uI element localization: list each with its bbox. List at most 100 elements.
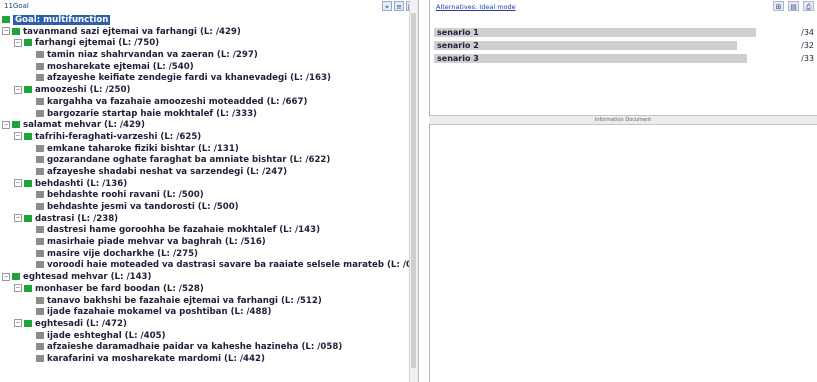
- leaf-node-icon: [36, 343, 44, 351]
- tree-node-label: voroodi haie moteaded va dastrasi savare…: [47, 260, 419, 271]
- tree-node-label: dastresi hame goroohha be fazahaie mokht…: [47, 225, 321, 236]
- tree-node-label: ijade eshteghal (L: /405): [47, 330, 166, 341]
- hierarchy-title: 11Goal: [4, 2, 29, 10]
- hierarchy-pane: 11Goal ⌖ ≡ ▦ Goal: multifunction−tavanma…: [0, 0, 419, 382]
- tree-node[interactable]: afzayeshe shadabi neshat va sarzendegi (…: [2, 167, 414, 179]
- tree-node-label: afzaieshe daramadhaie paidar va kaheshe …: [47, 342, 343, 353]
- alternatives-pane: Alternatives: Ideal mode ⊞ ▤ ⎙ senario 1…: [429, 0, 817, 118]
- tree-node[interactable]: − eghtesadi (L: /472): [2, 319, 414, 331]
- tree-node-label: gozarandane oghate faraghat ba amniate b…: [47, 155, 331, 166]
- tree-node[interactable]: − salamat mehvar (L: /429): [2, 120, 414, 132]
- tree-node-label: eghtesad mehvar (L: /143): [23, 272, 152, 283]
- tree-node[interactable]: bargozarie startap haie mokhtalef (L: /3…: [2, 109, 414, 121]
- tree-node-label: mosharekate ejtemai (L: /540): [47, 61, 194, 72]
- tree-node[interactable]: karafarini va mosharekate mardomi (L: /4…: [2, 354, 414, 366]
- collapse-toggle-icon[interactable]: −: [14, 214, 22, 223]
- leaf-node-icon: [36, 296, 44, 304]
- leaf-node-icon: [36, 97, 44, 105]
- toolbar-locate-icon[interactable]: ⌖: [382, 1, 392, 11]
- tree-node[interactable]: masire vije docharkhe (L: /275): [2, 249, 414, 261]
- tree-node[interactable]: kargahha va fazahaie amoozeshi moteadded…: [2, 97, 414, 109]
- scenario-row[interactable]: senario 3 /33: [434, 53, 814, 65]
- collapse-toggle-icon[interactable]: −: [14, 179, 22, 188]
- alternatives-mode-link[interactable]: Alternatives: Ideal mode: [436, 3, 516, 11]
- tree-node[interactable]: − tafrihi-feraghati-varzeshi (L: /625): [2, 132, 414, 144]
- tree-node[interactable]: masirhaie piade mehvar va baghrah (L: /5…: [2, 237, 414, 249]
- criterion-node-icon: [24, 319, 32, 327]
- leaf-node-icon: [36, 51, 44, 59]
- tree-node-label: tavanmand sazi ejtemai va farhangi (L: /…: [23, 26, 241, 37]
- scenario-row[interactable]: senario 1 /34: [434, 27, 814, 39]
- tree-node[interactable]: − amoozeshi (L: /250): [2, 85, 414, 97]
- leaf-node-icon: [36, 354, 44, 362]
- tree-node[interactable]: − monhaser be fard boodan (L: /528): [2, 284, 414, 296]
- tree-node[interactable]: ijade fazahaie mokamel va poshtiban (L: …: [2, 307, 414, 319]
- leaf-node-icon: [36, 144, 44, 152]
- criterion-node-icon: [24, 39, 32, 47]
- information-document-pane: [429, 125, 817, 382]
- tree-node[interactable]: afzaieshe daramadhaie paidar va kaheshe …: [2, 342, 414, 354]
- tree-node[interactable]: dastresi hame goroohha be fazahaie mokht…: [2, 225, 414, 237]
- tree-scrollbar[interactable]: [409, 0, 418, 382]
- tree-node-label: afzayeshe shadabi neshat va sarzendegi (…: [47, 166, 288, 177]
- tree-node-label: tamin niaz shahrvandan va zaeran (L: /29…: [47, 50, 258, 61]
- tree-node[interactable]: − eghtesad mehvar (L: /143): [2, 272, 414, 284]
- tree-node-label: afzayeshe keifiate zendegie fardi va kha…: [47, 73, 331, 84]
- leaf-node-icon: [36, 109, 44, 117]
- leaf-node-icon: [36, 261, 44, 269]
- tree-node[interactable]: − dastrasi (L: /238): [2, 214, 414, 226]
- leaf-node-icon: [36, 62, 44, 70]
- tree-node-label: karafarini va mosharekate mardomi (L: /4…: [47, 353, 265, 364]
- tree-node-label: eghtesadi (L: /472): [35, 318, 127, 329]
- collapse-toggle-icon[interactable]: −: [2, 272, 10, 281]
- scenario-value: /34: [801, 28, 814, 37]
- tree-node[interactable]: tanavo bakhshi be fazahaie ejtemai va fa…: [2, 296, 414, 308]
- collapse-toggle-icon[interactable]: −: [2, 120, 10, 129]
- scenario-value: /32: [801, 41, 814, 50]
- tree-node[interactable]: gozarandane oghate faraghat ba amniate b…: [2, 155, 414, 167]
- tree-node-label: behdashte jesmi va tandorosti (L: /500): [47, 202, 239, 212]
- tree-scroll-thumb[interactable]: [411, 13, 416, 368]
- tree-node-label: masirhaie piade mehvar va baghrah (L: /5…: [47, 237, 266, 248]
- collapse-toggle-icon[interactable]: −: [14, 85, 22, 94]
- information-document-splitter[interactable]: Information Document: [429, 115, 817, 125]
- tree-node-label: ijade fazahaie mokamel va poshtiban (L: …: [47, 307, 272, 318]
- criterion-node-icon: [24, 86, 32, 94]
- tree-node[interactable]: − farhangi ejtemai (L: /750): [2, 38, 414, 50]
- tree-node[interactable]: afzayeshe keifiate zendegie fardi va kha…: [2, 73, 414, 85]
- collapse-toggle-icon[interactable]: −: [14, 284, 22, 293]
- scenario-row[interactable]: senario 2 /32: [434, 40, 814, 52]
- grid-view-icon[interactable]: ⊞: [773, 1, 784, 11]
- toolbar-list-icon[interactable]: ≡: [394, 1, 404, 11]
- leaf-node-icon: [36, 167, 44, 175]
- collapse-toggle-icon[interactable]: −: [14, 38, 22, 47]
- tree-node-label: Goal: multifunction: [13, 15, 111, 25]
- print-icon[interactable]: ⎙: [803, 1, 814, 11]
- table-view-icon[interactable]: ▤: [788, 1, 799, 11]
- tree-node[interactable]: voroodi haie moteaded va dastrasi savare…: [2, 260, 418, 272]
- tree-node[interactable]: ijade eshteghal (L: /405): [2, 331, 414, 343]
- tree-node[interactable]: − behdashti (L: /136): [2, 179, 414, 191]
- scenario-label: senario 3: [437, 54, 479, 63]
- leaf-node-icon: [36, 74, 44, 82]
- tree-node[interactable]: behdashte roohi ravani (L: /500): [2, 190, 414, 202]
- tree-node-label: emkane taharoke fiziki bishtar (L: /131): [47, 143, 239, 154]
- criterion-node-icon: [24, 179, 32, 187]
- collapse-toggle-icon[interactable]: −: [2, 27, 10, 36]
- tree-node-label: tafrihi-feraghati-varzeshi (L: /625): [35, 131, 202, 142]
- tree-node-label: farhangi ejtemai (L: /750): [35, 38, 160, 49]
- tree-node[interactable]: tamin niaz shahrvandan va zaeran (L: /29…: [2, 50, 414, 62]
- tree-node[interactable]: − tavanmand sazi ejtemai va farhangi (L: …: [2, 27, 414, 39]
- tree-root-goal[interactable]: Goal: multifunction: [2, 15, 414, 27]
- tree-node[interactable]: emkane taharoke fiziki bishtar (L: /131): [2, 144, 414, 156]
- scenario-bar: [434, 41, 737, 50]
- alternatives-toolbar: ⊞ ▤ ⎙: [773, 1, 814, 11]
- criterion-node-icon: [24, 284, 32, 292]
- criterion-node-icon: [12, 121, 20, 129]
- scenario-list: senario 1 /34 senario 2 /32 senario 3 /3…: [434, 27, 814, 66]
- tree-node[interactable]: behdashte jesmi va tandorosti (L: /500): [2, 202, 414, 214]
- collapse-toggle-icon[interactable]: −: [14, 132, 22, 141]
- leaf-node-icon: [36, 226, 44, 234]
- tree-node[interactable]: mosharekate ejtemai (L: /540): [2, 62, 414, 74]
- collapse-toggle-icon[interactable]: −: [14, 319, 22, 328]
